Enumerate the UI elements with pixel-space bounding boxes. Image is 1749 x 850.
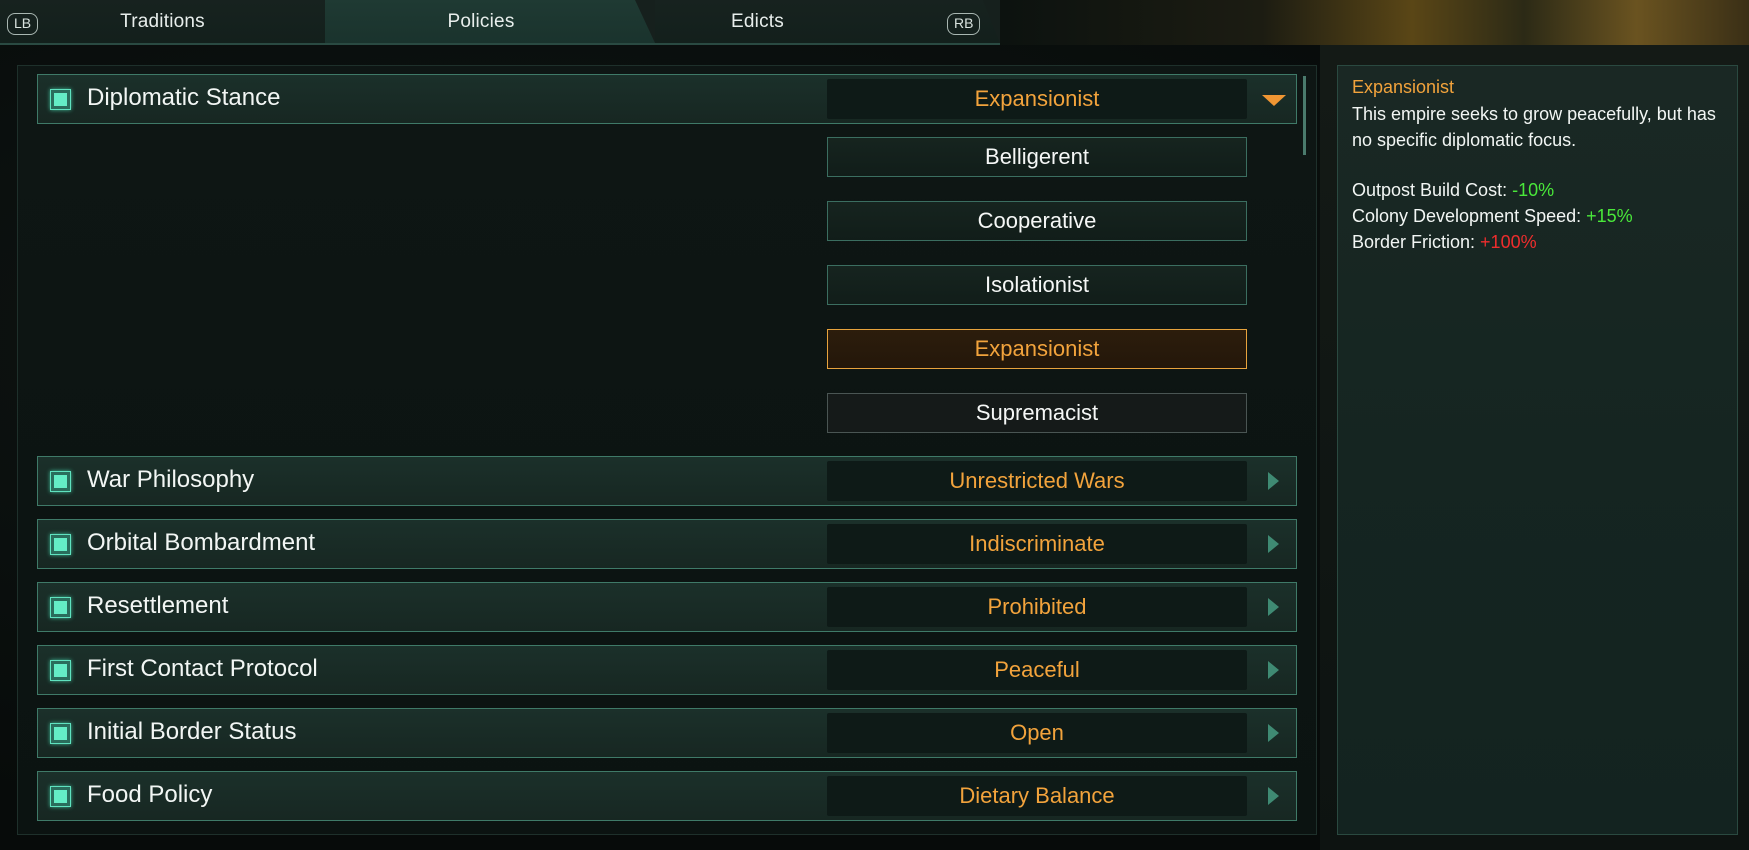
- policy-title: First Contact Protocol: [87, 655, 318, 682]
- policy-row-resettlement[interactable]: Resettlement Prohibited: [37, 582, 1297, 632]
- policies-screen: Traditions Edicts Policies LB RB Diploma…: [0, 0, 1749, 850]
- effect-value: +100%: [1480, 232, 1537, 252]
- policy-check-icon: [50, 660, 71, 681]
- policy-check-icon: [50, 534, 71, 555]
- tab-traditions[interactable]: Traditions: [0, 0, 325, 43]
- policy-row-first-contact-protocol[interactable]: First Contact Protocol Peaceful: [37, 645, 1297, 695]
- policy-title: Diplomatic Stance: [87, 84, 281, 111]
- dropdown-arrow-down-icon[interactable]: [1262, 95, 1286, 106]
- effect-label: Colony Development Speed:: [1352, 206, 1587, 226]
- tab-label: Edicts: [731, 10, 784, 32]
- policy-row-war-philosophy[interactable]: War Philosophy Unrestricted Wars: [37, 456, 1297, 506]
- policy-value-select[interactable]: Open: [827, 713, 1247, 753]
- policy-check-icon: [50, 723, 71, 744]
- tab-divider: [0, 43, 1000, 45]
- tab-policies[interactable]: Policies: [325, 0, 655, 43]
- effect-value: -10%: [1512, 180, 1555, 200]
- option-expansionist[interactable]: Expansionist: [827, 329, 1247, 369]
- policy-value-select[interactable]: Indiscriminate: [827, 524, 1247, 564]
- space-background: [1000, 0, 1749, 45]
- tab-bar: Traditions Edicts Policies LB RB: [0, 0, 1000, 45]
- option-supremacist[interactable]: Supremacist: [827, 393, 1247, 433]
- expand-arrow-icon[interactable]: [1268, 661, 1279, 679]
- option-belligerent[interactable]: Belligerent: [827, 137, 1247, 177]
- policy-value-select[interactable]: Prohibited: [827, 587, 1247, 627]
- policy-check-icon: [50, 786, 71, 807]
- policy-row-diplomatic-stance[interactable]: Diplomatic Stance Expansionist: [37, 74, 1297, 124]
- effect-label: Border Friction:: [1352, 232, 1481, 252]
- tab-label: Traditions: [120, 10, 205, 32]
- policy-row-orbital-bombardment[interactable]: Orbital Bombardment Indiscriminate: [37, 519, 1297, 569]
- info-effect-outpost-cost: Outpost Build Cost: -10%: [1352, 180, 1554, 201]
- policy-title: Resettlement: [87, 592, 229, 619]
- policy-check-icon: [50, 471, 71, 492]
- scrollbar[interactable]: [1303, 76, 1306, 155]
- lb-button-icon[interactable]: LB: [7, 13, 39, 35]
- policy-check-icon: [50, 89, 71, 110]
- policy-value-select[interactable]: Dietary Balance: [827, 776, 1247, 816]
- expand-arrow-icon[interactable]: [1268, 535, 1279, 553]
- info-effect-colony-speed: Colony Development Speed: +15%: [1352, 206, 1633, 227]
- info-description: This empire seeks to grow peacefully, bu…: [1352, 104, 1716, 150]
- policy-value-select[interactable]: Peaceful: [827, 650, 1247, 690]
- effect-value: +15%: [1586, 206, 1633, 226]
- expand-arrow-icon[interactable]: [1268, 598, 1279, 616]
- effect-label: Outpost Build Cost:: [1352, 180, 1513, 200]
- policy-row-food-policy[interactable]: Food Policy Dietary Balance: [37, 771, 1297, 821]
- info-title: Expansionist: [1352, 77, 1455, 97]
- expand-arrow-icon[interactable]: [1268, 724, 1279, 742]
- tab-label: Policies: [447, 10, 515, 32]
- policy-title: Food Policy: [87, 781, 213, 808]
- expand-arrow-icon[interactable]: [1268, 787, 1279, 805]
- rb-button-icon[interactable]: RB: [947, 13, 981, 35]
- policy-title: Initial Border Status: [87, 718, 297, 745]
- policy-row-initial-border-status[interactable]: Initial Border Status Open: [37, 708, 1297, 758]
- info-effect-border-friction: Border Friction: +100%: [1352, 232, 1537, 253]
- policy-title: Orbital Bombardment: [87, 529, 316, 556]
- option-isolationist[interactable]: Isolationist: [827, 265, 1247, 305]
- option-cooperative[interactable]: Cooperative: [827, 201, 1247, 241]
- expand-arrow-icon[interactable]: [1268, 472, 1279, 490]
- policy-value-select[interactable]: Expansionist: [827, 79, 1247, 119]
- policy-check-icon: [50, 597, 71, 618]
- policy-value-select[interactable]: Unrestricted Wars: [827, 461, 1247, 501]
- policy-title: War Philosophy: [87, 466, 255, 493]
